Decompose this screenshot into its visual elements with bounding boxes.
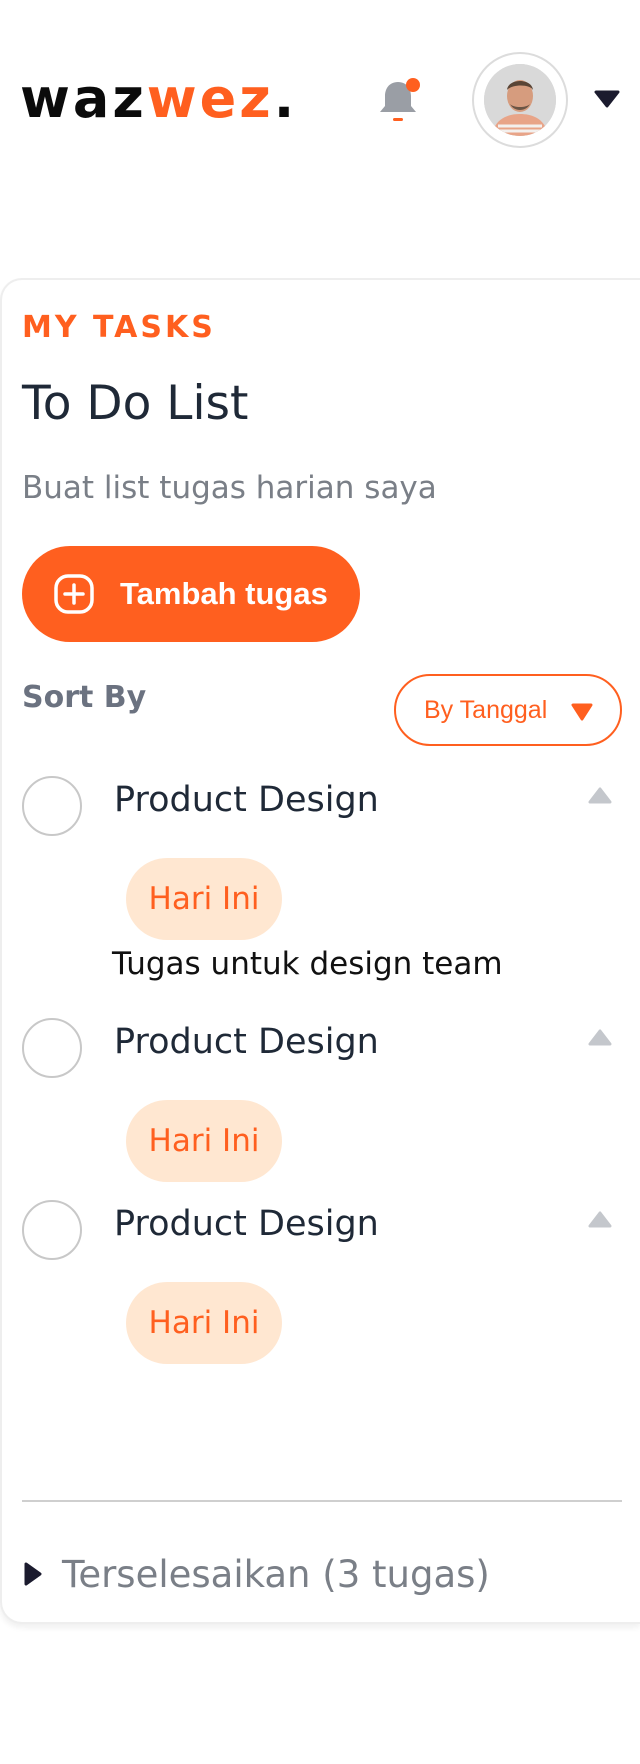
- section-eyebrow: MY TASKS: [22, 310, 216, 345]
- sort-select[interactable]: By Tanggal: [394, 674, 622, 746]
- due-badge: Hari Ini: [126, 1282, 282, 1364]
- page-title: To Do List: [22, 376, 249, 431]
- page-subtitle: Buat list tugas harian saya: [22, 470, 437, 506]
- user-avatar-button[interactable]: [472, 52, 568, 148]
- plus-circle-icon: [52, 572, 96, 616]
- app-header: wazwez.: [0, 0, 640, 200]
- app-logo[interactable]: wazwez.: [20, 66, 297, 132]
- caret-up-icon[interactable]: [586, 1208, 614, 1230]
- task-name: Product Design: [114, 1022, 379, 1062]
- due-badge: Hari Ini: [126, 1100, 282, 1182]
- tasks-card: MY TASKS To Do List Buat list tugas hari…: [0, 278, 640, 1624]
- completed-toggle[interactable]: Terselesaikan (3 tugas): [22, 1546, 490, 1602]
- task-checkbox[interactable]: [22, 776, 82, 836]
- notification-dot: [406, 78, 420, 92]
- task-checkbox[interactable]: [22, 1200, 82, 1260]
- caret-up-icon[interactable]: [586, 1026, 614, 1048]
- sort-by-label: Sort By: [22, 680, 147, 715]
- task-name: Product Design: [114, 1204, 379, 1244]
- due-badge: Hari Ini: [126, 858, 282, 940]
- avatar: [484, 64, 556, 136]
- add-task-label: Tambah tugas: [120, 576, 328, 611]
- task-description: Tugas untuk design team: [112, 946, 503, 982]
- caret-down-icon: [570, 702, 594, 722]
- notification-bell-icon[interactable]: [374, 76, 422, 124]
- caret-up-icon[interactable]: [586, 784, 614, 806]
- task-name: Product Design: [114, 780, 379, 820]
- logo-part-1: waz: [20, 67, 147, 130]
- logo-part-2: wez: [146, 67, 274, 130]
- task-checkbox[interactable]: [22, 1018, 82, 1078]
- divider: [22, 1500, 622, 1502]
- caret-right-icon: [22, 1560, 44, 1588]
- logo-part-3: .: [273, 67, 298, 130]
- sort-select-value: By Tanggal: [424, 695, 548, 724]
- add-task-button[interactable]: Tambah tugas: [22, 546, 360, 642]
- completed-label: Terselesaikan (3 tugas): [62, 1552, 490, 1596]
- chevron-down-icon[interactable]: [594, 88, 620, 110]
